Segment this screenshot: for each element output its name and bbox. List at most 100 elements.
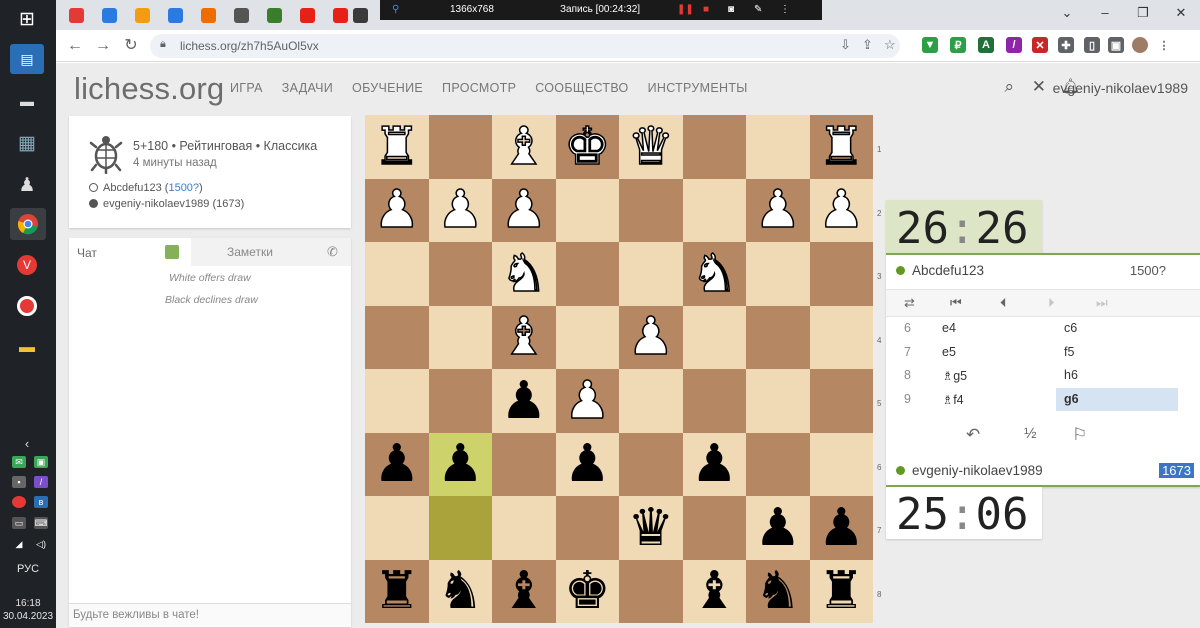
bookmark-star-icon[interactable]: ☆ [884,37,896,53]
board-square[interactable] [682,496,746,560]
board-square[interactable]: ♝ [682,559,746,623]
black-rook-icon[interactable]: ♜ [373,565,420,617]
pin-icon[interactable]: ⚲ [392,4,399,15]
board-square[interactable]: ♟ [492,178,556,242]
url-field[interactable]: 🔒︎ lichess.org/zh7h5AuOl5vx ⇩ ⇪ ☆ [150,34,900,58]
board-square[interactable] [619,559,683,623]
first-move-icon[interactable]: ⏮ [950,295,962,311]
board-square[interactable] [682,369,746,433]
volume-icon[interactable]: ◁) [34,538,48,550]
black-pawn-icon[interactable]: ♟ [500,375,547,427]
black-bishop-icon[interactable]: ♝ [691,565,738,617]
black-pawn-icon[interactable]: ♟ [818,502,865,554]
tray-chat-icon[interactable]: ▪ [12,476,26,488]
board-square[interactable] [428,305,492,369]
board-square[interactable]: ♟ [746,496,810,560]
folder-icon[interactable]: ▬ [10,333,44,363]
board-square[interactable] [746,242,810,306]
board-square[interactable] [555,305,619,369]
white-pawn-icon[interactable]: ♟ [500,184,548,238]
back-icon[interactable]: ← [64,35,86,57]
white-move[interactable]: e5 [942,345,956,359]
board-square[interactable] [809,369,873,433]
white-pawn-icon[interactable]: ♟ [754,184,802,238]
white-rook-icon[interactable]: ♜ [373,120,421,174]
white-king-icon[interactable]: ♚ [563,120,611,174]
wifi-icon[interactable]: ◢ [12,538,26,550]
more-icon[interactable]: ⋮ [780,4,790,15]
white-pawn-icon[interactable]: ♟ [373,184,421,238]
black-king-icon[interactable]: ♚ [564,565,611,617]
offer-draw-icon[interactable]: ½ [1024,425,1037,442]
white-player-row[interactable]: Abcdefu123 (1500?) [89,182,203,194]
board-square[interactable] [428,369,492,433]
reload-icon[interactable]: ↻ [120,35,142,57]
tab-chat[interactable]: Чат [69,238,191,266]
white-pawn-icon[interactable]: ♟ [627,311,675,365]
board-square[interactable] [365,369,429,433]
board-square[interactable]: ♟ [555,432,619,496]
share-icon[interactable]: ⇪ [862,37,873,53]
board-square[interactable] [746,115,810,179]
nav-item[interactable]: СООБЩЕСТВО [535,81,628,95]
board-square[interactable]: ♟ [492,369,556,433]
nav-item[interactable]: ИНСТРУМЕНТЫ [648,81,748,95]
board-square[interactable]: ♝ [492,115,556,179]
black-pawn-icon[interactable]: ♟ [754,502,801,554]
profile-avatar[interactable] [1132,37,1148,53]
board-square[interactable] [428,242,492,306]
board-square[interactable]: ♟ [365,432,429,496]
user-menu[interactable]: evgeniy-nikolaev1989 [1053,80,1188,96]
board-square[interactable]: ♜ [365,115,429,179]
bluetooth-icon[interactable]: ʙ [34,496,48,508]
board-square[interactable] [428,496,492,560]
lock-icon[interactable]: 🔒︎ [160,38,166,51]
chat-input[interactable]: Будьте вежливы в чате! [69,603,351,627]
board-square[interactable]: ♞ [682,242,746,306]
battery-icon[interactable]: ▭ [12,517,26,529]
clock[interactable]: 16:18 30.04.2023 [0,597,56,623]
board-square[interactable] [746,432,810,496]
board-square[interactable]: ♚ [555,559,619,623]
tab-notes[interactable]: Заметки [227,245,273,259]
white-bishop-icon[interactable]: ♝ [500,120,548,174]
lichess-logo[interactable]: lichess.org [74,71,224,107]
board-square[interactable]: ♟ [809,496,873,560]
browser-tab[interactable] [97,4,121,26]
black-move[interactable]: f5 [1056,341,1178,364]
browser-tab[interactable] [64,4,88,26]
board-square[interactable] [619,432,683,496]
board-square[interactable] [682,178,746,242]
board-square[interactable] [682,115,746,179]
white-player-rating[interactable]: 1500? [168,182,199,194]
forward-icon[interactable]: → [92,35,114,57]
terminal-icon[interactable]: ▬ [10,86,44,116]
prev-move-icon[interactable]: ⏴ [1000,295,1007,311]
black-move[interactable]: c6 [1056,317,1178,340]
minimize-icon[interactable]: – [1086,0,1124,26]
maximize-icon[interactable]: ❐ [1124,0,1162,26]
board-square[interactable] [365,242,429,306]
board-square[interactable]: ♞ [746,559,810,623]
image-viewer-icon[interactable]: ▦ [10,128,44,158]
menu-icon[interactable]: ⋮ [1156,37,1172,53]
resign-flag-icon[interactable]: ⚐ [1072,425,1087,445]
language-indicator[interactable]: РУС [0,563,56,575]
board-square[interactable]: ♞ [428,559,492,623]
browser-tab[interactable] [130,4,154,26]
chrome-icon[interactable] [10,208,46,240]
phone-icon[interactable]: ✆ [327,244,338,260]
black-knight-icon[interactable]: ♞ [437,565,484,617]
sheets-ext-icon[interactable]: A [978,37,994,53]
browser-tab[interactable] [196,4,220,26]
black-rook-icon[interactable]: ♜ [818,565,865,617]
board-square[interactable]: ♟ [682,432,746,496]
browser-tab[interactable] [262,4,286,26]
nav-item[interactable]: ЗАДАЧИ [282,81,333,95]
currency-ext-icon[interactable]: ₽ [950,37,966,53]
extensions-icon[interactable]: ✚ [1058,37,1074,53]
board-square[interactable] [365,305,429,369]
chess-app-icon[interactable]: ♟ [10,170,44,200]
board-square[interactable] [492,496,556,560]
black-move[interactable]: g6 [1056,387,1178,411]
